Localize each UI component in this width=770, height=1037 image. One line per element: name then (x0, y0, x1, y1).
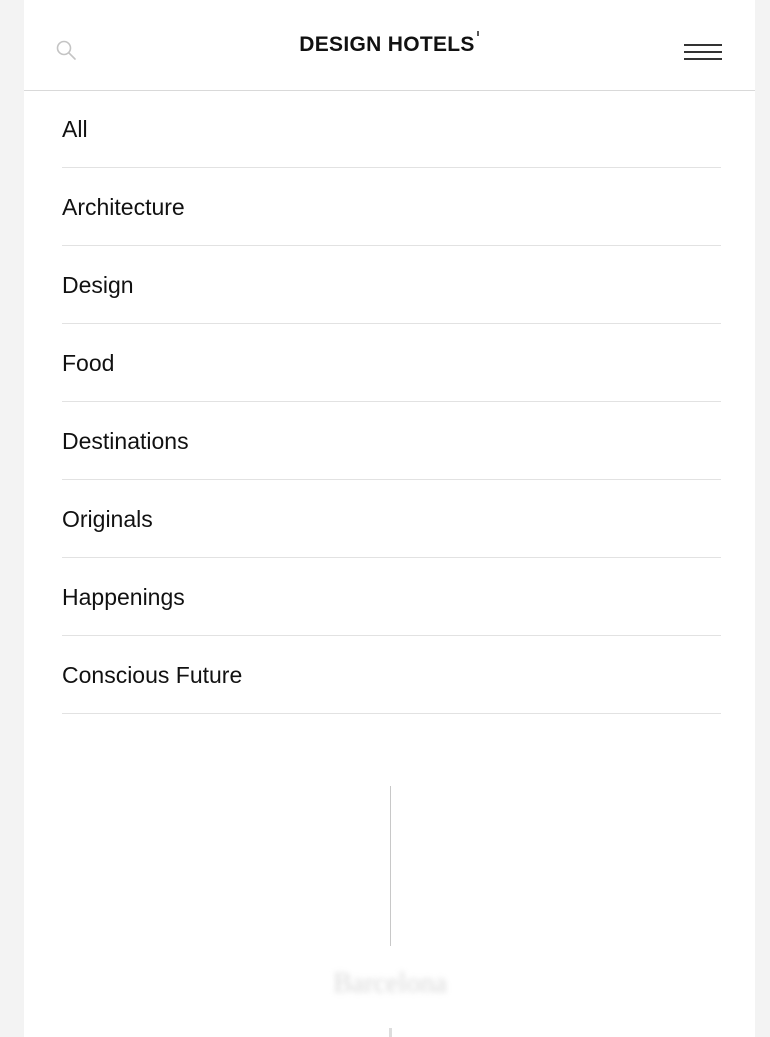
menu-item-happenings[interactable]: Happenings (62, 558, 721, 636)
menu-item-conscious-future[interactable]: Conscious Future (62, 636, 721, 714)
background-caption: Barcelona (333, 968, 447, 999)
logo-text: DESIGN HOTELS (299, 33, 475, 56)
scroll-indicator-line (390, 786, 391, 946)
menu-item-label: Design (62, 272, 134, 298)
menu-item-food[interactable]: Food (62, 324, 721, 402)
menu-item-destinations[interactable]: Destinations (62, 402, 721, 480)
menu-panel: DESIGN HOTELS All Architecture Design Fo… (24, 0, 755, 1037)
menu-item-label: Food (62, 350, 115, 376)
menu-item-label: Happenings (62, 584, 185, 610)
menu-item-label: Originals (62, 506, 153, 532)
menu-item-label: Conscious Future (62, 662, 243, 688)
trademark-mark-icon (477, 31, 479, 36)
category-menu: All Architecture Design Food Destination… (62, 90, 721, 714)
menu-item-originals[interactable]: Originals (62, 480, 721, 558)
menu-item-architecture[interactable]: Architecture (62, 168, 721, 246)
background-marker (389, 1028, 392, 1037)
menu-item-label: All (62, 116, 88, 142)
hamburger-menu-button[interactable] (684, 44, 722, 66)
menu-item-design[interactable]: Design (62, 246, 721, 324)
menu-item-label: Architecture (62, 194, 185, 220)
page: DESIGN HOTELS All Architecture Design Fo… (0, 0, 770, 1037)
header: DESIGN HOTELS (24, 0, 755, 91)
brand-logo[interactable]: DESIGN HOTELS (24, 0, 755, 90)
menu-item-label: Destinations (62, 428, 189, 454)
menu-item-all[interactable]: All (62, 90, 721, 168)
